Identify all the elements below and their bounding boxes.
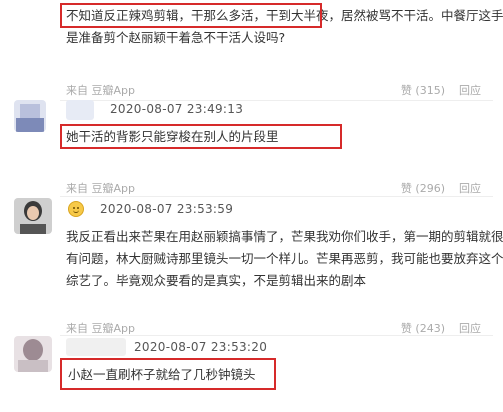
comment-2-source: 来自 豆瓣App [66, 180, 135, 196]
comment-1-line-2: 是准备剪个赵丽颖干着急不干活人设吗? [66, 30, 286, 45]
avatar[interactable] [14, 336, 52, 372]
source-label: 来自 豆瓣App [66, 182, 135, 195]
smiley-icon [68, 201, 84, 217]
comment-2-actions: 赞 (296) 回应 [401, 180, 481, 196]
divider [60, 196, 493, 197]
timestamp: 2020-08-07 23:53:59 [100, 202, 234, 216]
comment-3-line-3: 综艺了。毕竟观众要看的是真实，不是剪辑出来的剧本 [66, 273, 367, 288]
reply-button[interactable]: 回应 [459, 82, 481, 98]
username-blurred[interactable] [66, 100, 94, 120]
reply-button[interactable]: 回应 [459, 180, 481, 196]
username-blurred[interactable] [66, 338, 126, 356]
comment-3-line-1: 我反正看出来芒果在用赵丽颖搞事情了，芒果我劝你们收手，第一期的剪辑就很 [66, 229, 503, 244]
comment-3-source: 来自 豆瓣App [66, 320, 135, 336]
divider [60, 335, 493, 336]
avatar[interactable] [14, 100, 46, 132]
divider [60, 100, 493, 101]
source-label: 来自 豆瓣App [66, 84, 135, 97]
reply-button[interactable]: 回应 [459, 320, 481, 336]
timestamp: 2020-08-07 23:49:13 [110, 102, 244, 116]
highlight-box [60, 124, 342, 149]
source-label: 来自 豆瓣App [66, 322, 135, 335]
comment-1-source: 来自 豆瓣App [66, 82, 135, 98]
like-button[interactable]: 赞 (296) [401, 180, 445, 196]
like-button[interactable]: 赞 (243) [401, 320, 445, 336]
timestamp: 2020-08-07 23:53:20 [134, 340, 268, 354]
like-button[interactable]: 赞 (315) [401, 82, 445, 98]
comment-3-line-2: 有问题，林大厨贼诗那里镜头一切一个样儿。芒果再恶剪，我可能也要放弃这个 [66, 251, 503, 266]
highlight-box [60, 358, 276, 390]
comment-1-actions: 赞 (315) 回应 [401, 82, 481, 98]
avatar[interactable] [14, 198, 52, 234]
comment-3-actions: 赞 (243) 回应 [401, 320, 481, 336]
highlight-box [60, 3, 322, 28]
